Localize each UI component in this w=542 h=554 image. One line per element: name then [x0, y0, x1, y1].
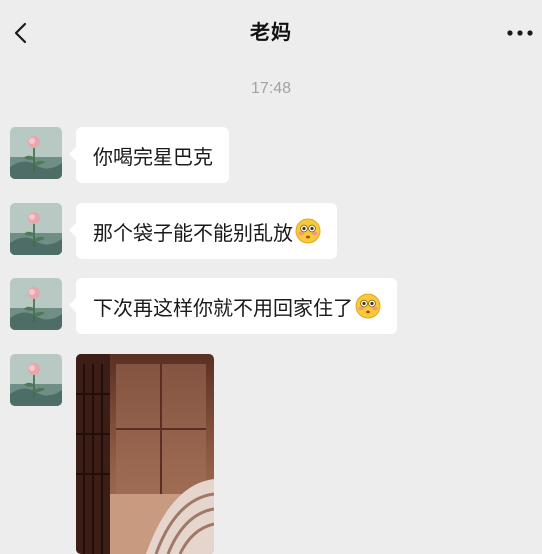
- message-timestamp: 17:48: [250, 80, 292, 97]
- message-text: 下次再这样你就不用回家住了: [93, 295, 353, 320]
- avatar[interactable]: [10, 127, 62, 179]
- image-message[interactable]: [76, 354, 214, 554]
- message-bubble[interactable]: 下次再这样你就不用回家住了: [69, 278, 397, 334]
- flushed-face-emoji-icon: [355, 293, 381, 319]
- avatar[interactable]: [10, 278, 62, 330]
- avatar[interactable]: [10, 203, 62, 255]
- message-text: 你喝完星巴克: [93, 144, 213, 169]
- chat-header: 老妈: [0, 0, 542, 66]
- message-text: 那个袋子能不能别乱放: [93, 220, 293, 245]
- more-button[interactable]: [504, 22, 536, 44]
- message-bubble[interactable]: 你喝完星巴克: [69, 127, 229, 183]
- message-bubble[interactable]: 那个袋子能不能别乱放: [69, 203, 337, 259]
- more-dots-icon: [507, 30, 533, 36]
- avatar[interactable]: [10, 354, 62, 406]
- chat-title: 老妈: [250, 20, 292, 44]
- flushed-face-emoji-icon: [295, 218, 321, 244]
